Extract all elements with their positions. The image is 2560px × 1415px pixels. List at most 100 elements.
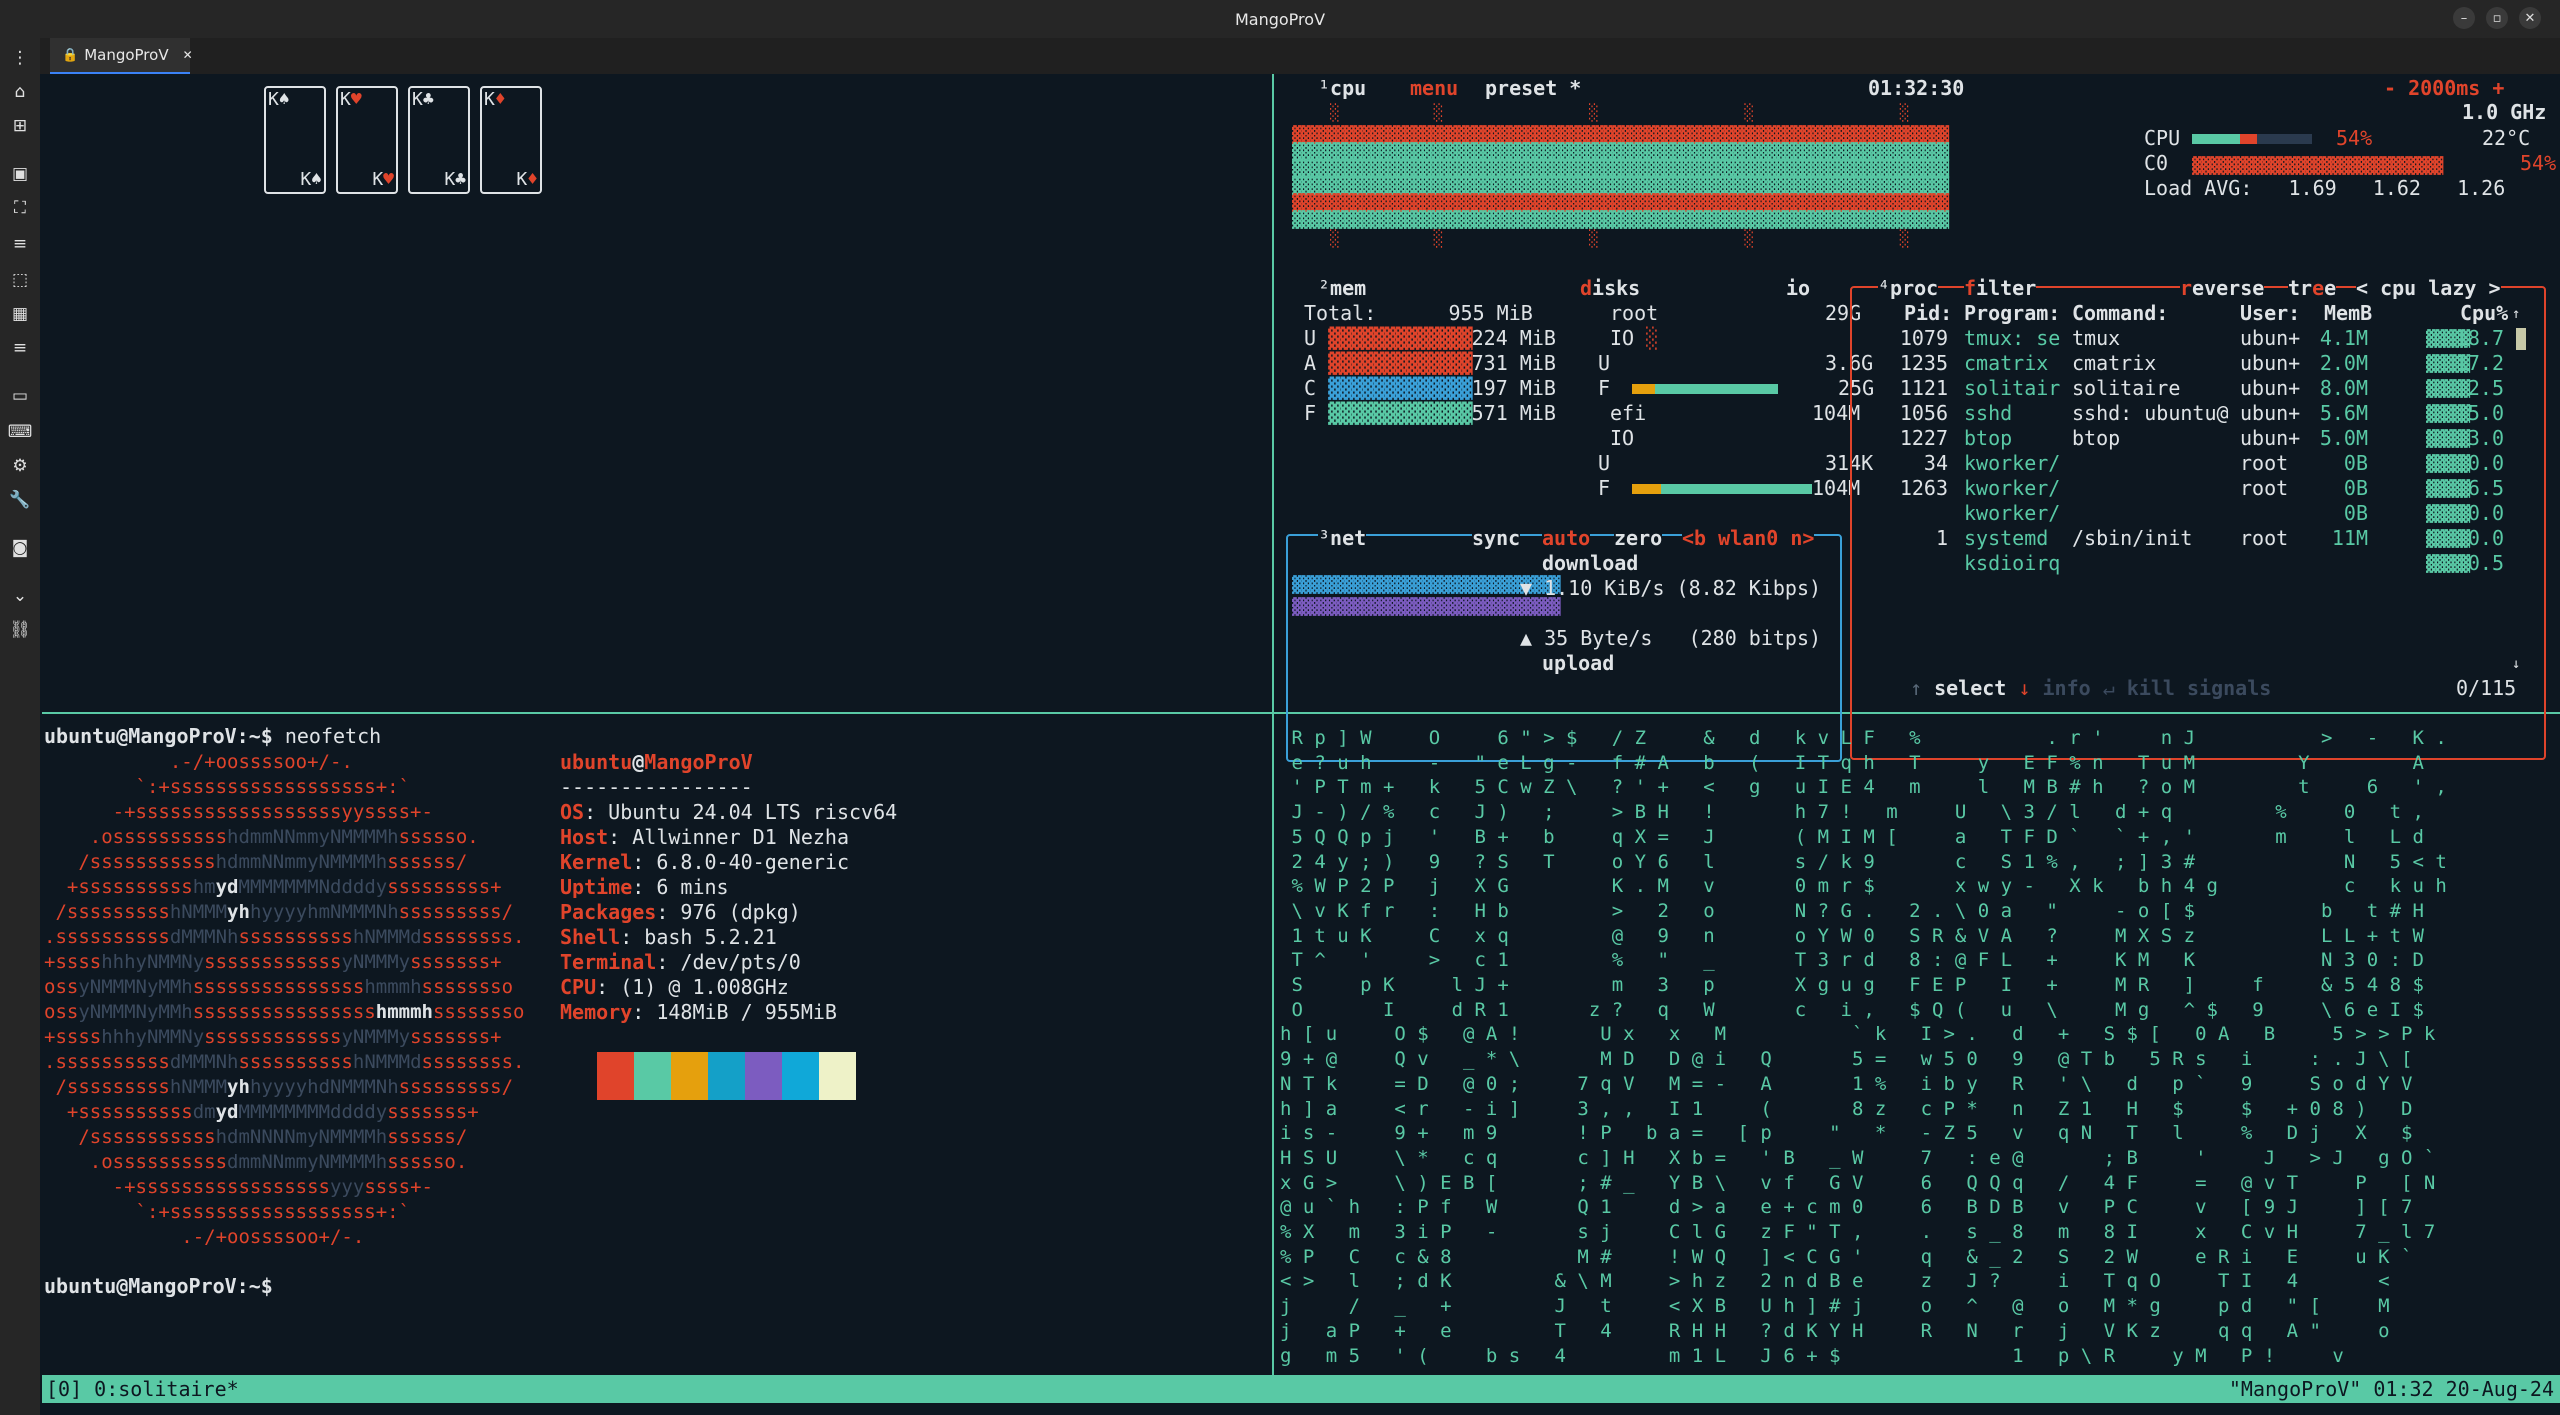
proc-row[interactable] [1862,451,2512,476]
proc-scrollbar[interactable] [2516,328,2526,350]
net-box-header: ³net [1318,526,1367,551]
proc-row[interactable] [1862,351,2512,376]
settings-icon[interactable]: ⚙ [8,454,32,478]
proc-info-button[interactable]: info [2042,676,2090,700]
cpu-graph-spikes: ░ ░ ░ ░ ░ [1330,103,1909,122]
keyboard-icon[interactable]: ⌨ [8,420,33,444]
proc-header-program[interactable]: Program: [1964,301,2060,326]
proc-row[interactable] [1862,526,2512,551]
net-sync-button[interactable]: sync [1472,526,1521,551]
mem-free-row: F ▓▓▓▓▓▓▓▓▓▓▓▓▓571 MiB [1304,401,1556,425]
io-title: io [1786,276,1811,300]
net-upload-rate: ▲ 35 Byte/s (280 bitps) [1520,626,1822,650]
proc-row[interactable] [1862,476,2512,501]
pane-divider-vertical [1272,74,1274,1375]
proc-header-mem[interactable]: MemB [2324,301,2372,326]
cmatrix-line: i s - 9 + m 9 ! P b a = [ p " * - Z 5 v … [1280,1122,2413,1145]
scroll-up-icon[interactable]: ↑ [2512,302,2520,327]
home-icon[interactable]: ⌂ [8,80,32,104]
proc-row[interactable] [1862,326,2512,351]
cpu-box-header: ¹cpu [1318,76,1367,100]
cmatrix-line: O I d R 1 z ? q W c i , $ Q ( u \ M g ^ … [1280,998,2424,1021]
proc-header-command[interactable]: Command: [2072,301,2168,326]
disk-efi-free-meter [1632,484,1812,494]
cmatrix-line: 1 t u K C x q @ 9 n o Y W 0 S R & V A ? … [1280,924,2424,947]
proc-header-cpu[interactable]: Cpu% [2460,301,2508,326]
proc-row[interactable] [1862,551,2512,576]
cpu-menu-button[interactable]: menu [1410,76,1458,101]
tmux-window-list[interactable]: [0] 0:solitaire* [46,1375,239,1403]
proc-row[interactable] [1862,501,2512,526]
proc-tree-button[interactable]: tree [2288,276,2337,301]
neofetch-info-line: Host: Allwinner D1 Nezha [560,825,849,849]
neofetch-info-line: Kernel: 6.8.0-40-generic [560,850,849,874]
split-icon[interactable]: ▣ [8,162,32,186]
proc-header-pid[interactable]: Pid: [1904,301,1952,326]
fullscreen-icon[interactable]: ⛶ [8,196,32,220]
proc-box-header: ⁴proc [1878,276,1939,301]
cmatrix-line: 5 Q Q p j ' B + b q X = J ( M I M [ a T … [1280,825,2424,848]
cmatrix-line: S p K l J + m 3 p X g u g F E P I + M R … [1280,974,2424,997]
proc-sort-selector[interactable]: < cpu lazy > [2356,276,2501,301]
proc-signals-button[interactable]: signals [2187,676,2271,700]
proc-kill-button[interactable]: kill [2127,676,2175,700]
neofetch-info-line: CPU: (1) @ 1.008GHz [560,975,789,999]
maximize-button[interactable]: ▫ [2486,7,2508,29]
cpu-temperature: 22°C [2482,126,2531,150]
more-vertical-icon[interactable]: ⋮ [8,46,32,70]
shell-prompt-end: ubuntu@MangoProV:~$ [44,1274,285,1298]
card-king-clubs[interactable]: K♣ K♣ [408,86,470,194]
card-king-hearts[interactable]: K♥ K♥ [336,86,398,194]
net-download-rate: ▼ 1.10 KiB/s (8.82 Kibps) [1520,576,1822,600]
cmatrix-line: 9 + @ Q v _ * \ M D D @ i Q 5 = w 5 0 9 … [1280,1048,2413,1071]
tmux-status-right: "MangoProV" 01:32 20-Aug-24 [2228,1377,2554,1401]
list-icon[interactable]: ≡ [8,232,32,256]
cmatrix-line: < > l ; d K & \ M > h z 2 n d B e z J ? … [1280,1270,2390,1293]
proc-row[interactable] [1862,401,2512,426]
tmux-status-bar: [0] 0:solitaire* "MangoProV" 01:32 20-Au… [42,1375,2560,1403]
disk-root-free-meter [1632,384,1778,394]
select-icon[interactable]: ⬚ [8,268,32,292]
cmatrix-line: 2 4 y ; ) 9 ? S T o Y 6 l s / k 9 c S 1 … [1280,850,2447,873]
close-button[interactable]: ✕ [2519,7,2541,29]
new-tab-icon[interactable]: ⊞ [8,114,32,138]
palette-swatch [597,1052,634,1100]
proc-header-user[interactable]: User: [2240,301,2300,326]
window-icon[interactable]: ▭ [8,384,32,408]
net-interface-selector[interactable]: <b wlan0 n> [1682,526,1815,551]
load-avg: Load AVG: 1.69 1.62 1.26 [2144,176,2506,200]
chevron-down-icon[interactable]: ⌄ [8,584,32,608]
menu-icon[interactable]: ≡ [8,336,32,360]
proc-row[interactable] [1862,376,2512,401]
cpu-frequency: 1.0 GHz [2462,100,2547,124]
cmatrix-line: % W P 2 P j X G K . M v 0 m r $ x w y - … [1280,875,2447,898]
disconnect-icon[interactable]: ⛓ [8,618,32,642]
tab-mangoprov[interactable]: 🔒 MangoProV ✕ [50,38,193,74]
cmatrix-line: T ^ ' > c 1 % " _ T 3 r d 8 : @ F L + K … [1280,949,2424,972]
tab-close-icon[interactable]: ✕ [183,48,193,62]
terminal[interactable]: K♠ K♠ K♥ K♥ K♣ K♣ K♦ K♦ ¹cpu menu preset… [42,74,2560,1415]
disk-root-free-label: F [1598,376,1611,400]
proc-select-button[interactable]: select [1934,676,2006,700]
cmatrix-line: j / _ + J t < X B U h ] # j o ^ @ o M * … [1280,1295,2390,1318]
cmatrix-line: j a P + e T 4 R H H ? d K Y H R N r j V … [1280,1319,2390,1342]
minimize-button[interactable]: – [2453,7,2475,29]
disk-efi-used-label: U [1598,451,1611,475]
scroll-down-icon[interactable]: ↓ [2512,652,2520,677]
window-titlebar: MangoProV – ▫ ✕ [0,0,2560,38]
layout-icon[interactable]: ▦ [8,302,32,326]
proc-filter-button[interactable]: filter [1964,276,2037,301]
net-zero-button[interactable]: zero [1614,526,1663,551]
net-auto-button[interactable]: auto [1542,526,1591,551]
card-rank-bottom: K♠ [300,169,322,190]
camera-icon[interactable]: ◙ [8,536,32,560]
palette-swatch [634,1052,671,1100]
update-interval[interactable]: - 2000ms + [2384,76,2504,101]
card-king-spades[interactable]: K♠ K♠ [264,86,326,194]
cpu-preset-button[interactable]: preset * [1485,76,1581,101]
card-king-diamonds[interactable]: K♦ K♦ [480,86,542,194]
cmatrix-rain: R p ] W O 6 " > $ / Z & d k v L F % . r … [1280,726,2447,1368]
proc-reverse-button[interactable]: reverse [2180,276,2265,301]
wrench-icon[interactable]: 🔧 [8,488,32,512]
proc-row[interactable] [1862,426,2512,451]
